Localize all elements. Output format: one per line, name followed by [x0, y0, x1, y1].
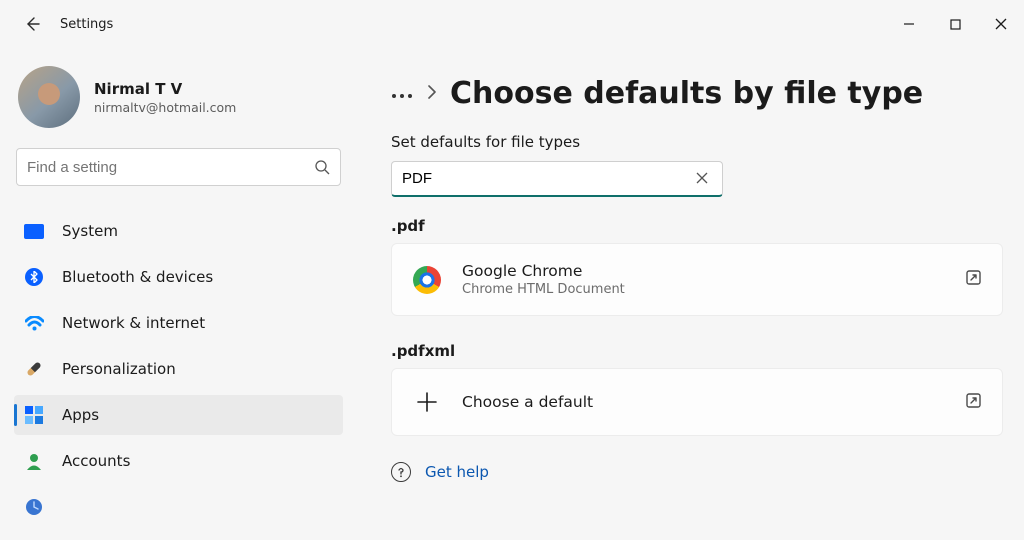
plus-icon	[412, 387, 442, 417]
breadcrumb-more-button[interactable]	[391, 83, 413, 105]
personalization-icon	[24, 359, 44, 379]
profile-text: Nirmal T V nirmaltv@hotmail.com	[94, 80, 236, 115]
accounts-icon	[24, 451, 44, 471]
search-icon	[314, 159, 330, 175]
title-bar: Settings	[0, 0, 1024, 48]
sidebar-item-label: System	[62, 222, 118, 240]
open-external-icon	[965, 392, 982, 413]
nav-list: System Bluetooth & devices Network & int…	[14, 208, 343, 530]
find-setting-input[interactable]	[27, 159, 314, 176]
sidebar-item-label: Personalization	[62, 360, 176, 378]
sidebar: Nirmal T V nirmaltv@hotmail.com System	[0, 48, 355, 540]
network-icon	[24, 313, 44, 333]
extension-label: .pdfxml	[391, 342, 1002, 360]
open-external-icon	[965, 269, 982, 290]
sidebar-item-label: Accounts	[62, 452, 130, 470]
extension-label: .pdf	[391, 217, 1002, 235]
sidebar-item-apps[interactable]: Apps	[14, 395, 343, 435]
profile-block[interactable]: Nirmal T V nirmaltv@hotmail.com	[14, 66, 343, 148]
clear-search-button[interactable]	[692, 169, 712, 188]
x-icon	[696, 172, 708, 184]
default-app-card-pdfxml[interactable]: Choose a default	[391, 368, 1003, 436]
window-body: Nirmal T V nirmaltv@hotmail.com System	[0, 48, 1024, 540]
settings-window: Settings Nirmal T V nirmaltv@hotmail.com	[0, 0, 1024, 540]
app-title: Settings	[60, 17, 113, 32]
app-description: Chrome HTML Document	[462, 282, 945, 297]
chevron-right-icon	[427, 84, 436, 103]
filetype-search[interactable]	[391, 161, 723, 197]
bluetooth-icon	[24, 267, 44, 287]
chrome-icon	[412, 265, 442, 295]
close-button[interactable]	[978, 8, 1024, 40]
breadcrumb: Choose defaults by file type	[391, 76, 1002, 111]
ellipsis-icon	[391, 92, 413, 100]
window-controls	[886, 8, 1024, 40]
back-button[interactable]	[18, 16, 46, 32]
app-name: Choose a default	[462, 393, 945, 411]
sidebar-item-personalization[interactable]: Personalization	[14, 349, 343, 389]
minimize-button[interactable]	[886, 8, 932, 40]
sidebar-item-label: Apps	[62, 406, 99, 424]
profile-email: nirmaltv@hotmail.com	[94, 100, 236, 115]
help-icon	[391, 462, 411, 482]
sidebar-item-partial[interactable]: x	[14, 487, 343, 527]
filetype-search-input[interactable]	[402, 170, 692, 187]
find-setting-search[interactable]	[16, 148, 341, 186]
close-icon	[995, 18, 1007, 30]
time-language-icon	[24, 497, 44, 517]
profile-name: Nirmal T V	[94, 80, 236, 98]
avatar	[18, 66, 80, 128]
main-content: Choose defaults by file type Set default…	[355, 48, 1024, 540]
get-help-link[interactable]: Get help	[391, 462, 1002, 482]
arrow-left-icon	[24, 16, 40, 32]
default-app-card-pdf[interactable]: Google Chrome Chrome HTML Document	[391, 243, 1003, 316]
sidebar-item-bluetooth[interactable]: Bluetooth & devices	[14, 257, 343, 297]
section-label: Set defaults for file types	[391, 133, 1002, 151]
system-icon	[24, 221, 44, 241]
sidebar-item-system[interactable]: System	[14, 211, 343, 251]
card-text: Choose a default	[462, 393, 945, 411]
help-label: Get help	[425, 463, 489, 481]
maximize-button[interactable]	[932, 8, 978, 40]
app-name: Google Chrome	[462, 262, 945, 280]
page-title: Choose defaults by file type	[450, 76, 923, 111]
sidebar-item-accounts[interactable]: Accounts	[14, 441, 343, 481]
maximize-icon	[950, 19, 961, 30]
sidebar-item-label: Bluetooth & devices	[62, 268, 213, 286]
sidebar-item-label: Network & internet	[62, 314, 205, 332]
minimize-icon	[903, 18, 915, 30]
sidebar-item-network[interactable]: Network & internet	[14, 303, 343, 343]
apps-icon	[24, 405, 44, 425]
card-text: Google Chrome Chrome HTML Document	[462, 262, 945, 297]
